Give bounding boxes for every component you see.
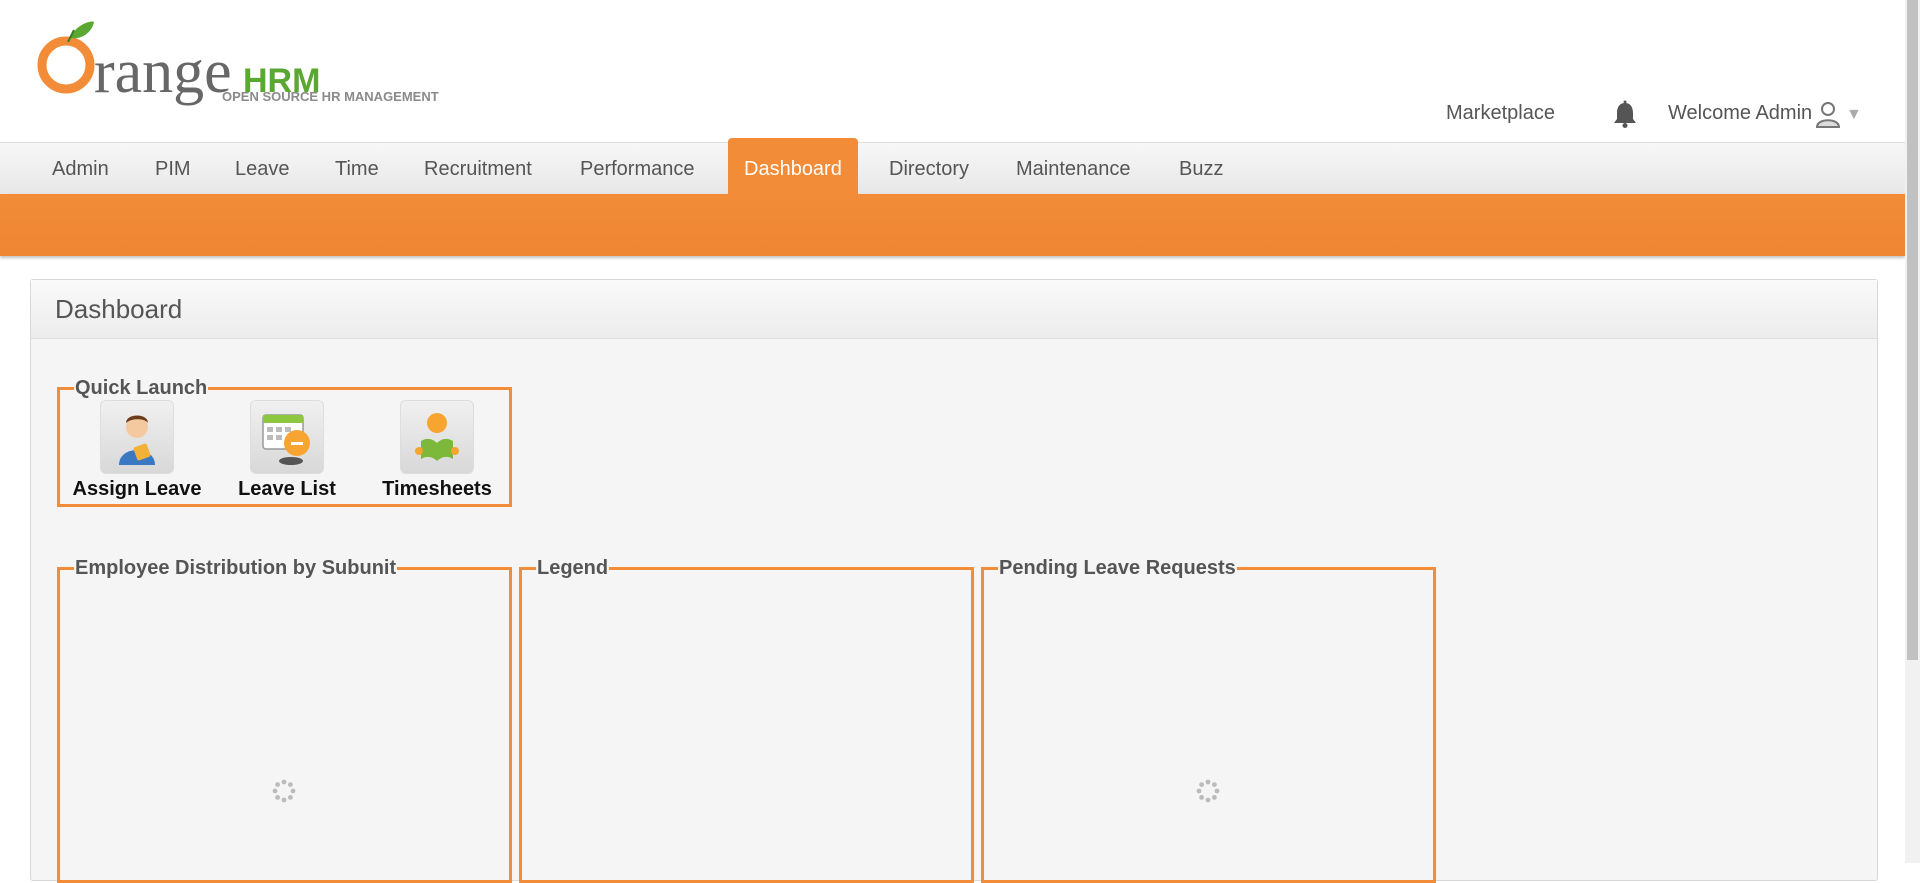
leave-list-icon bbox=[250, 400, 324, 474]
employee-distribution-box: Employee Distribution by Subunit bbox=[57, 557, 512, 883]
panel-header: Dashboard bbox=[31, 280, 1877, 339]
employee-distribution-title: Employee Distribution by Subunit bbox=[75, 557, 397, 579]
dashboard-panel: Dashboard Quick Launch Assign Leave Leav… bbox=[30, 279, 1878, 883]
main-nav: Admin PIM Leave Time Recruitment Perform… bbox=[0, 138, 1905, 195]
legend-title: Legend bbox=[537, 557, 609, 579]
quick-launch-title: Quick Launch bbox=[75, 377, 208, 399]
header: range HRM OPEN SOURCE HR MANAGEMENT Mark… bbox=[0, 0, 1905, 142]
bell-icon[interactable] bbox=[1612, 100, 1638, 128]
loading-spinner-icon bbox=[1196, 779, 1220, 803]
user-avatar-icon[interactable] bbox=[1815, 100, 1841, 128]
nav-item-time[interactable]: Time bbox=[319, 143, 395, 195]
nav-item-maintenance[interactable]: Maintenance bbox=[1000, 143, 1147, 195]
nav-item-dashboard[interactable]: Dashboard bbox=[728, 138, 858, 195]
nav-item-pim[interactable]: PIM bbox=[139, 143, 207, 195]
logo-graphic: range HRM OPEN SOURCE HR MANAGEMENT bbox=[37, 21, 439, 106]
pending-leave-box: Pending Leave Requests bbox=[981, 557, 1436, 883]
assign-leave-icon bbox=[100, 400, 174, 474]
quick-launch-timesheets[interactable]: Timesheets bbox=[372, 400, 502, 501]
nav-item-buzz[interactable]: Buzz bbox=[1163, 143, 1239, 195]
nav-item-admin[interactable]: Admin bbox=[36, 143, 125, 195]
chevron-down-icon[interactable]: ▼ bbox=[1846, 106, 1862, 124]
timesheets-icon bbox=[400, 400, 474, 474]
nav-item-leave[interactable]: Leave bbox=[219, 143, 306, 195]
nav-item-directory[interactable]: Directory bbox=[873, 143, 985, 195]
nav-item-recruitment[interactable]: Recruitment bbox=[408, 143, 548, 195]
quick-launch-label: Timesheets bbox=[382, 478, 492, 500]
page-title: Dashboard bbox=[55, 294, 183, 324]
quick-launch-assign-leave[interactable]: Assign Leave bbox=[72, 400, 202, 501]
quick-launch-leave-list[interactable]: Leave List bbox=[222, 400, 352, 501]
nav-submenu-bar bbox=[0, 194, 1905, 256]
scrollbar-thumb[interactable] bbox=[1907, 0, 1918, 660]
welcome-user-menu[interactable]: Welcome Admin bbox=[1668, 102, 1812, 125]
logo-main-text: range bbox=[94, 38, 232, 106]
logo-tagline: OPEN SOURCE HR MANAGEMENT bbox=[222, 89, 439, 104]
marketplace-link[interactable]: Marketplace bbox=[1446, 102, 1555, 125]
nav-item-performance[interactable]: Performance bbox=[564, 143, 711, 195]
loading-spinner-icon bbox=[272, 779, 296, 803]
quick-launch-label: Assign Leave bbox=[72, 478, 202, 500]
quick-launch-label: Leave List bbox=[238, 478, 336, 500]
quick-launch-box: Quick Launch Assign Leave Leave List Tim… bbox=[57, 377, 512, 507]
orangehrm-logo[interactable]: range HRM OPEN SOURCE HR MANAGEMENT bbox=[36, 18, 466, 108]
legend-box: Legend bbox=[519, 557, 974, 883]
pending-leave-title: Pending Leave Requests bbox=[999, 557, 1236, 579]
